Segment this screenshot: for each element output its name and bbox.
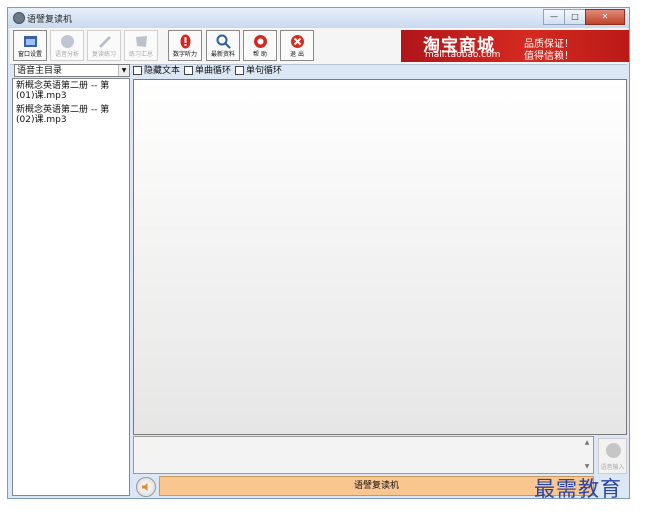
speaker-icon bbox=[142, 483, 148, 491]
hide-text-label: 隐藏文本 bbox=[144, 65, 181, 76]
voice-input-label: 语音输入 bbox=[600, 464, 625, 471]
voice-input-button[interactable]: 语音输入 bbox=[598, 438, 627, 474]
repeat-practice-label: 复读练习 bbox=[91, 51, 116, 58]
close-button[interactable]: ✕ bbox=[585, 9, 625, 25]
window-settings-label: 窗口设置 bbox=[17, 51, 42, 58]
window-controls: — □ ✕ bbox=[543, 9, 625, 25]
status-bar: 语譬复读机 bbox=[159, 476, 594, 496]
app-icon bbox=[13, 12, 25, 24]
exit-icon bbox=[291, 35, 304, 48]
help-label: 帮 助 bbox=[253, 51, 267, 58]
hide-text-checkbox[interactable] bbox=[133, 66, 142, 75]
exit-label: 退 出 bbox=[290, 51, 304, 58]
maximize-button[interactable]: □ bbox=[564, 9, 586, 25]
chevron-down-icon[interactable]: ▼ bbox=[118, 65, 129, 76]
list-item[interactable]: 新概念英语第二册 -- 第(01)课.mp3 bbox=[13, 79, 127, 103]
single-sentence-loop-checkbox[interactable] bbox=[235, 66, 245, 75]
single-sentence-loop-option[interactable]: 单句循环 bbox=[235, 64, 282, 77]
latest-material-button[interactable]: 最新资料 bbox=[206, 30, 240, 61]
latest-material-label: 最新资料 bbox=[210, 51, 235, 58]
voice-analysis-icon bbox=[61, 35, 74, 48]
speaker-button[interactable] bbox=[136, 477, 156, 497]
voice-analysis-button[interactable]: 语音分析 bbox=[50, 30, 84, 61]
repeat-practice-button[interactable]: 复读练习 bbox=[87, 30, 121, 61]
single-sentence-loop-label: 单句循环 bbox=[246, 65, 283, 76]
practice-summary-button[interactable]: 练习汇总 bbox=[124, 30, 158, 61]
banner-url: mall.taobao.com bbox=[425, 50, 501, 60]
single-track-loop-option[interactable]: 单曲循环 bbox=[184, 64, 231, 77]
window-settings-button[interactable]: 窗口设置 bbox=[13, 30, 47, 61]
single-track-loop-checkbox[interactable] bbox=[184, 66, 194, 75]
microphone-icon bbox=[606, 443, 621, 458]
directory-select[interactable]: 语音主目录 ▼ bbox=[14, 64, 130, 77]
list-item[interactable]: 新概念英语第二册 -- 第(02)课.mp3 bbox=[13, 103, 127, 127]
app-window: 语譬复读机 — □ ✕ 窗口设置 语音分析 复读练习 练习汇总 数字听力 最新资… bbox=[7, 7, 630, 499]
digital-listening-label: 数字听力 bbox=[172, 51, 197, 58]
voice-analysis-label: 语音分析 bbox=[54, 51, 79, 58]
playback-options: 隐藏文本 单曲循环 单句循环 bbox=[133, 64, 282, 77]
title-bar[interactable]: 语譬复读机 — □ ✕ bbox=[8, 8, 629, 28]
scroll-up-icon[interactable]: ▲ bbox=[583, 439, 591, 447]
scroll-down-icon[interactable]: ▼ bbox=[583, 463, 591, 471]
single-track-loop-label: 单曲循环 bbox=[195, 65, 232, 76]
repeat-practice-icon bbox=[99, 36, 111, 48]
taobao-ad-banner[interactable]: 淘宝商城 mall.taobao.com 品质保证！ 值得信赖！ bbox=[401, 30, 629, 62]
practice-summary-label: 练习汇总 bbox=[128, 51, 153, 58]
directory-select-value: 语音主目录 bbox=[17, 66, 63, 76]
help-icon bbox=[254, 35, 267, 48]
window-title: 语譬复读机 bbox=[27, 15, 73, 25]
window-settings-icon bbox=[24, 36, 37, 47]
watermark: 最需教育 bbox=[534, 477, 622, 501]
digital-listening-icon bbox=[180, 34, 191, 49]
exit-button[interactable]: 退 出 bbox=[280, 30, 314, 61]
text-display-area[interactable] bbox=[133, 79, 627, 435]
latest-material-icon bbox=[216, 34, 231, 49]
banner-slogan-2: 值得信赖！ bbox=[524, 51, 574, 62]
text-input-area[interactable]: ▲ ▼ bbox=[133, 436, 594, 474]
practice-summary-icon bbox=[136, 36, 147, 47]
minimize-button[interactable]: — bbox=[543, 9, 565, 25]
hide-text-option[interactable]: 隐藏文本 bbox=[133, 64, 180, 77]
help-button[interactable]: 帮 助 bbox=[243, 30, 277, 61]
file-list[interactable]: 新概念英语第二册 -- 第(01)课.mp3 新概念英语第二册 -- 第(02)… bbox=[12, 78, 130, 496]
digital-listening-button[interactable]: 数字听力 bbox=[168, 30, 202, 61]
